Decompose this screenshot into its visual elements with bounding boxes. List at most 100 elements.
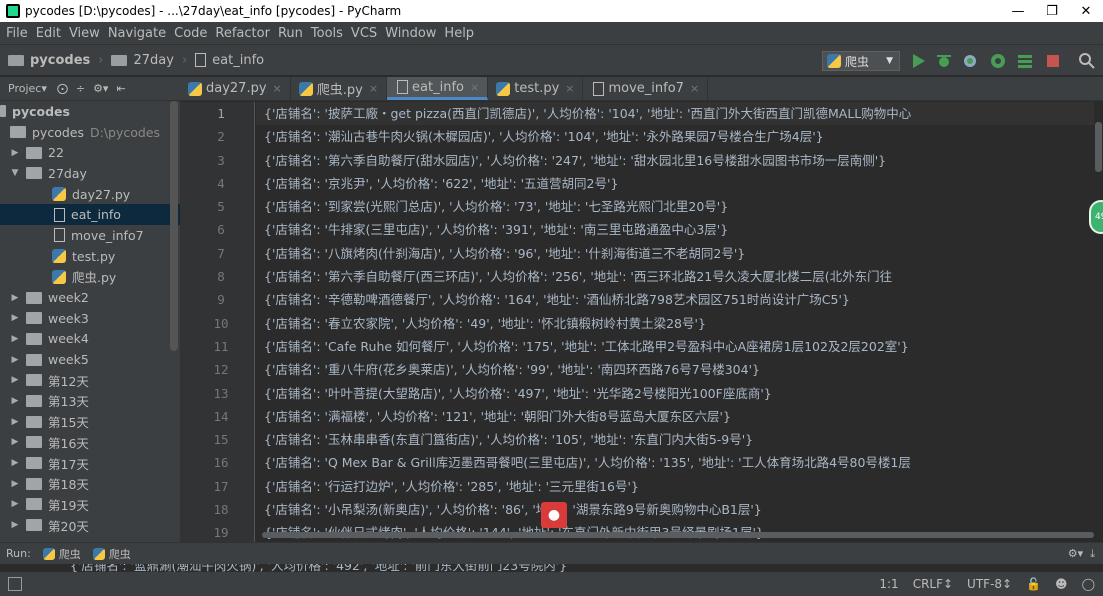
inspector-icon[interactable]: ☻ (1055, 577, 1068, 591)
tree-item[interactable]: ▶ 第16天 (0, 432, 180, 453)
tree-item[interactable]: test.py (0, 246, 180, 267)
editor-tab[interactable]: 爬虫.py × (291, 77, 388, 100)
line-number: 9 (217, 292, 225, 308)
menu-tools[interactable]: Tools (311, 26, 343, 41)
tree-item[interactable]: pycodes D:\pycodes (0, 122, 180, 143)
tree-item[interactable]: ▶ 22 (0, 142, 180, 163)
inspection-badge[interactable]: 49 (1089, 200, 1103, 234)
editor-vertical-scrollbar[interactable] (1094, 102, 1103, 542)
event-log-icon[interactable]: ◯ (1082, 577, 1095, 591)
target-icon[interactable]: ⨀ (57, 82, 68, 95)
chevron-right-icon[interactable]: ▶ (10, 479, 20, 489)
menu-vcs[interactable]: VCS (351, 26, 377, 41)
tree-item[interactable]: ▶ week4 (0, 329, 180, 350)
editor-tab[interactable]: eat_info × (387, 77, 489, 100)
run-config-select[interactable]: 爬虫 ▼ (822, 51, 900, 71)
hide-icon[interactable]: ⇤ (116, 82, 125, 95)
editor-tab[interactable]: day27.py × (180, 77, 291, 100)
tree-item[interactable]: ▶ week2 (0, 287, 180, 308)
tree-item[interactable]: move_info7 (0, 225, 180, 246)
close-tab-icon[interactable]: × (565, 82, 574, 95)
concurrency-icon[interactable] (1016, 52, 1034, 70)
line-number: 4 (217, 175, 225, 191)
close-tab-icon[interactable]: × (470, 81, 479, 94)
close-tab-icon[interactable]: × (273, 82, 282, 95)
red-overlay-icon[interactable]: ● (541, 502, 567, 528)
editor-horizontal-scrollbar[interactable] (262, 532, 1094, 538)
chevron-right-icon[interactable]: ▶ (10, 293, 20, 303)
breadcrumb-eat-info[interactable]: eat_info (195, 53, 264, 68)
file-encoding[interactable]: UTF-8↕ (967, 577, 1012, 591)
menu-run[interactable]: Run (278, 26, 303, 41)
run-tab-1[interactable]: 爬虫 (42, 546, 81, 562)
run-tab-2[interactable]: 爬虫 (92, 546, 131, 562)
coverage-icon[interactable] (961, 52, 979, 70)
tree-item[interactable]: ▶ 第20天 (0, 515, 180, 536)
tree-item[interactable]: ▶ 第19天 (0, 494, 180, 515)
chevron-right-icon[interactable]: ▶ (10, 148, 20, 158)
breadcrumb-27day[interactable]: 27day › (111, 53, 187, 68)
chevron-right-icon[interactable]: ▶ (10, 458, 20, 468)
menu-code[interactable]: Code (174, 26, 207, 41)
menu-view[interactable]: View (69, 26, 100, 41)
code-editor[interactable]: {'店铺名': '披萨工廠・get pizza(西直门凯德店)', '人均价格'… (256, 102, 1094, 542)
maximize-icon[interactable]: ❐ (1035, 4, 1069, 19)
tool-window-icon[interactable] (8, 577, 22, 591)
breadcrumb-pycodes[interactable]: pycodes › (8, 53, 103, 68)
chevron-right-icon[interactable]: ▶ (10, 437, 20, 447)
chevron-right-icon[interactable]: ▶ (10, 417, 20, 427)
caret-position[interactable]: 1:1 (879, 577, 898, 591)
tree-item[interactable]: ▶ 第12天 (0, 370, 180, 391)
editor-tab[interactable]: move_info7 × (583, 77, 709, 100)
chevron-right-icon: › (98, 52, 104, 68)
search-icon[interactable] (1078, 52, 1096, 70)
tree-item[interactable]: eat_info (0, 204, 180, 226)
tree-item[interactable]: ▶ 第15天 (0, 411, 180, 432)
tree-item[interactable]: pycodes (0, 101, 180, 122)
gear-icon[interactable]: ⚙▾ (93, 82, 108, 95)
code-line: {'店铺名': '第六季自助餐厅(甜水园店)', '人均价格': '247', … (264, 152, 887, 168)
menu-edit[interactable]: Edit (36, 26, 61, 41)
close-tab-icon[interactable]: × (369, 82, 378, 95)
tree-item[interactable]: ▶ 第18天 (0, 473, 180, 494)
tree-item[interactable]: 爬虫.py (0, 267, 180, 288)
lock-icon[interactable]: 🔓 (1026, 577, 1041, 591)
debug-icon[interactable] (935, 52, 953, 70)
chevron-right-icon[interactable]: ▶ (10, 313, 20, 323)
run-icon[interactable] (909, 52, 927, 70)
chevron-right-icon[interactable]: ▶ (10, 334, 20, 344)
run-settings-icon[interactable]: ⚙▾ ⤓ (1068, 547, 1095, 561)
close-tab-icon[interactable]: × (690, 82, 699, 95)
tree-item[interactable]: ▶ week5 (0, 349, 180, 370)
tree-item[interactable]: ▼ 27day (0, 163, 180, 184)
tree-item-label: week3 (48, 310, 89, 326)
tab-label: move_info7 (608, 81, 684, 96)
menu-window[interactable]: Window (385, 26, 436, 41)
chevron-down-icon[interactable]: ▼ (10, 168, 20, 178)
chevron-right-icon[interactable]: ▶ (10, 520, 20, 530)
stop-icon[interactable] (1044, 52, 1062, 70)
chevron-right-icon[interactable]: ▶ (10, 499, 20, 509)
line-number: 2 (217, 129, 225, 145)
chevron-right-icon[interactable]: ▶ (10, 375, 20, 385)
menu-help[interactable]: Help (444, 26, 474, 41)
close-icon[interactable]: ✕ (1069, 4, 1103, 19)
minimize-icon[interactable]: — (1001, 4, 1035, 19)
run-console[interactable]: {'店铺名': '蓝鼎涮(潮汕牛肉火锅)', '人均价格': '492', '地… (0, 564, 1103, 572)
menu-navigate[interactable]: Navigate (108, 26, 166, 41)
menu-refactor[interactable]: Refactor (215, 26, 270, 41)
menu-file[interactable]: File (6, 26, 28, 41)
line-separator[interactable]: CRLF↕ (913, 577, 953, 591)
tree-item[interactable]: ▶ week3 (0, 308, 180, 329)
tree-item[interactable]: day27.py (0, 184, 180, 205)
scrollbar-thumb[interactable] (1095, 122, 1102, 172)
sidebar-scrollbar[interactable] (170, 101, 178, 351)
tree-item[interactable]: ▶ 第13天 (0, 391, 180, 412)
profile-icon[interactable] (989, 52, 1007, 70)
editor-tab[interactable]: test.py × (488, 77, 584, 100)
tree-item[interactable]: ▶ 第17天 (0, 453, 180, 474)
chevron-right-icon[interactable]: ▶ (10, 396, 20, 406)
code-line: {'店铺名': '辛德勒啤酒德餐厅', '人均价格': '164', '地址':… (264, 292, 850, 308)
chevron-right-icon[interactable]: ▶ (10, 355, 20, 365)
collapse-icon[interactable]: ÷ (76, 82, 85, 95)
